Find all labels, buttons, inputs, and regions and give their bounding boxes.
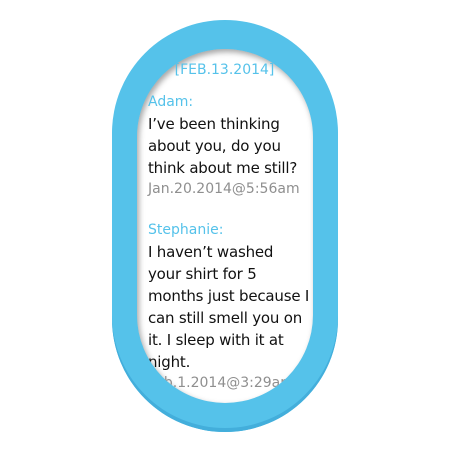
message-sender: Stephanie: [148, 222, 224, 238]
message-screen: [FEB.13.2014] Adam: I’ve been thinking a… [137, 49, 313, 403]
message-thread: [FEB.13.2014] Adam: I’ve been thinking a… [148, 62, 310, 394]
message-text: I’ve been thinking about you, do you thi… [148, 115, 298, 177]
thread-date: [FEB.13.2014] [174, 62, 275, 78]
message-timestamp: Feb.1.2014@3:29am [148, 375, 294, 391]
message-timestamp: Jan.20.2014@5:56am [148, 181, 300, 197]
message-item-stephanie: Stephanie: I haven’t washed your shirt f… [148, 219, 310, 394]
message-item-adam: Adam: I’ve been thinking about you, do y… [148, 91, 310, 200]
message-text: I haven’t washed your shirt for 5 months… [148, 243, 310, 371]
message-sender: Adam: [148, 94, 194, 110]
